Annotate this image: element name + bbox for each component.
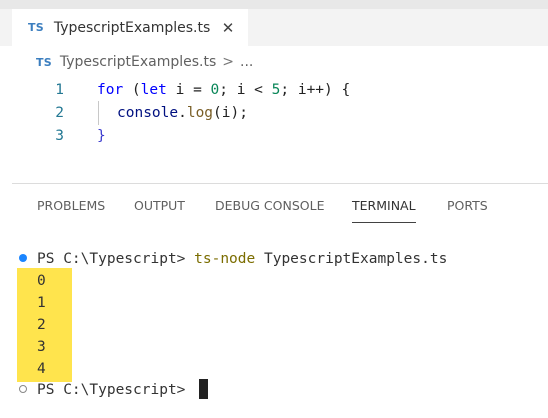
- line-number: 1: [55, 82, 64, 98]
- terminal-output-line: 4: [37, 361, 46, 377]
- terminal-output-line: 2: [37, 317, 46, 333]
- code-line: 1 for (let i = 0; i < 5; i++) {: [0, 78, 548, 102]
- indent-guide: [98, 101, 99, 125]
- breadcrumb: TS TypescriptExamples.ts > ...: [0, 46, 548, 78]
- terminal-cursor: [199, 379, 208, 399]
- typescript-file-icon: TS: [36, 55, 52, 69]
- title-strip: [0, 0, 548, 9]
- code-editor[interactable]: 1 for (let i = 0; i < 5; i++) { 2 consol…: [0, 78, 548, 176]
- tab-problems[interactable]: PROBLEMS: [37, 190, 105, 222]
- command-pending-dot-icon[interactable]: [19, 385, 27, 393]
- tab-output[interactable]: OUTPUT: [134, 190, 185, 222]
- terminal-command-line: PS C:\Typescript> ts-node TypescriptExam…: [37, 248, 447, 270]
- panel-tabs: PROBLEMS OUTPUT DEBUG CONSOLE TERMINAL P…: [0, 190, 548, 224]
- code-text: console.log(i);: [117, 105, 248, 121]
- command-success-dot-icon[interactable]: [19, 254, 27, 262]
- terminal-command: ts-node: [194, 251, 256, 267]
- code-text: for (let i = 0; i < 5; i++) {: [97, 82, 351, 98]
- breadcrumb-file[interactable]: TypescriptExamples.ts: [60, 54, 216, 70]
- close-icon[interactable]: ✕: [218, 18, 238, 38]
- terminal-output-line: 1: [37, 295, 46, 311]
- tab-terminal[interactable]: TERMINAL: [352, 190, 416, 223]
- editor-tab[interactable]: TS TypescriptExamples.ts ✕: [12, 9, 248, 46]
- editor-tab-label: TypescriptExamples.ts: [53, 19, 211, 36]
- terminal-command-arg: TypescriptExamples.ts: [255, 251, 448, 267]
- terminal-output-line: 0: [37, 273, 46, 289]
- line-number: 3: [55, 128, 64, 144]
- terminal-prompt: PS C:\Typescript>: [37, 251, 195, 267]
- code-line: 2 console.log(i);: [0, 101, 548, 125]
- terminal-output-line: 3: [37, 339, 46, 355]
- terminal-prompt-line: PS C:\Typescript>: [37, 382, 195, 398]
- breadcrumb-more[interactable]: ...: [240, 54, 253, 70]
- editor-tab-bar: TS TypescriptExamples.ts ✕: [0, 9, 548, 46]
- tab-debug-console[interactable]: DEBUG CONSOLE: [215, 190, 324, 222]
- panel-divider[interactable]: [12, 183, 548, 184]
- typescript-file-icon: TS: [28, 21, 44, 34]
- code-text: }: [97, 128, 106, 144]
- chevron-right-icon: >: [222, 54, 234, 70]
- tab-ports[interactable]: PORTS: [447, 190, 488, 222]
- line-number: 2: [55, 105, 64, 121]
- code-line: 3 }: [0, 124, 548, 148]
